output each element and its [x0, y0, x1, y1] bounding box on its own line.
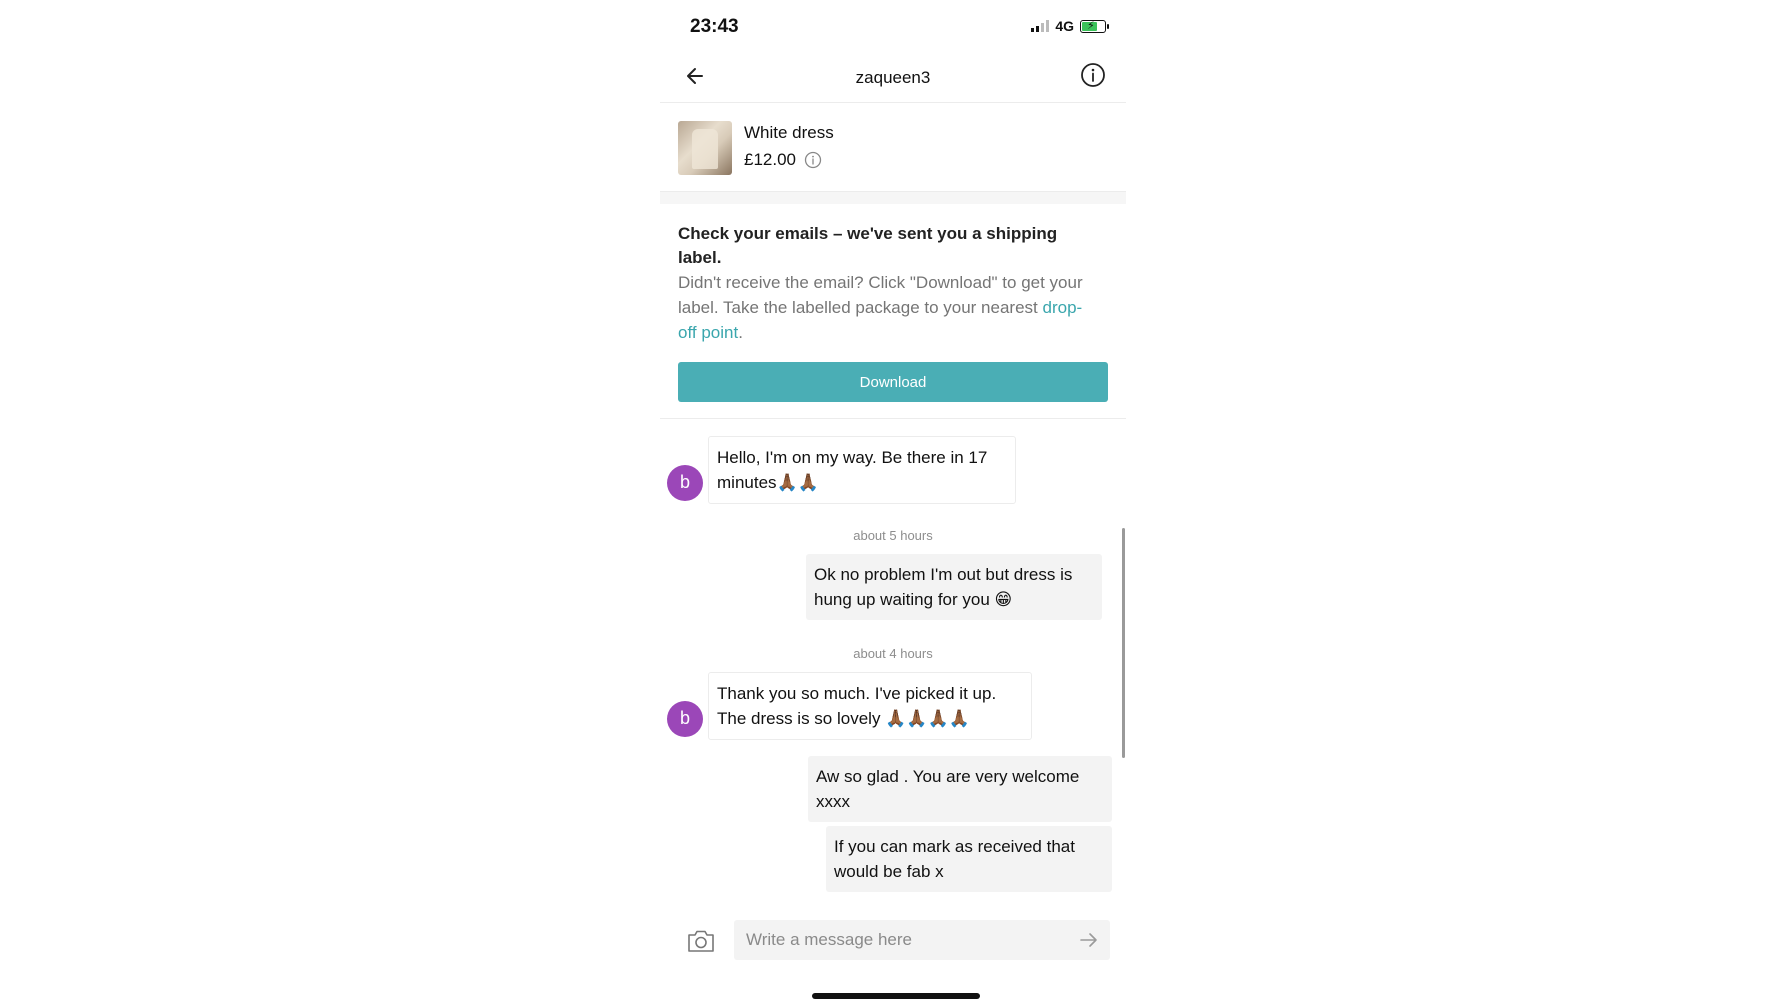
section-divider: [660, 192, 1126, 204]
item-price-row: £12.00: [744, 150, 822, 170]
info-circle-icon[interactable]: [1080, 62, 1106, 88]
item-name: White dress: [744, 123, 834, 142]
scrollbar[interactable]: [1122, 528, 1125, 758]
item-summary[interactable]: White dress £12.00: [660, 103, 1126, 192]
network-label: 4G: [1055, 18, 1074, 34]
arrow-right-icon[interactable]: [1078, 930, 1100, 950]
conversation-header: zaqueen3: [660, 50, 1126, 103]
conversation-title: zaqueen3: [855, 68, 931, 87]
message-timestamp: about 4 hours: [853, 646, 933, 661]
avatar[interactable]: b: [667, 465, 703, 501]
shipping-label-card: Check your emails – we've sent you a shi…: [660, 204, 1126, 419]
message-timestamp: about 5 hours: [853, 528, 933, 543]
price-info-icon[interactable]: [804, 151, 822, 169]
status-time: 23:43: [690, 16, 739, 37]
shipping-body: Didn't receive the email? Click "Downloa…: [678, 273, 1083, 317]
item-price: £12.00: [744, 150, 796, 169]
message-bubble: Ok no problem I'm out but dress is hung …: [806, 554, 1102, 620]
message-bubble: Thank you so much. I've picked it up. Th…: [708, 672, 1032, 740]
shipping-instructions: Didn't receive the email? Click "Downloa…: [678, 270, 1098, 345]
message-bubble: If you can mark as received that would b…: [826, 826, 1112, 892]
message-input[interactable]: [734, 920, 1110, 960]
download-button[interactable]: Download: [678, 362, 1108, 402]
message-bubble: Hello, I'm on my way. Be there in 17 min…: [708, 436, 1016, 504]
message-bubble: Aw so glad . You are very welcome xxxx: [808, 756, 1112, 822]
item-thumbnail[interactable]: [678, 121, 732, 175]
home-indicator: [812, 993, 980, 999]
status-indicators: 4G ⚡: [1031, 18, 1109, 34]
avatar[interactable]: b: [667, 701, 703, 737]
shipping-title: Check your emails – we've sent you a shi…: [678, 224, 1058, 267]
shipping-body-end: .: [738, 323, 743, 342]
battery-icon: ⚡: [1080, 19, 1109, 33]
signal-icon: [1031, 20, 1050, 32]
phone-screen: 23:43 4G ⚡ zaqueen3 White dress £12.00 C…: [660, 0, 1126, 1000]
camera-icon[interactable]: [686, 928, 716, 954]
